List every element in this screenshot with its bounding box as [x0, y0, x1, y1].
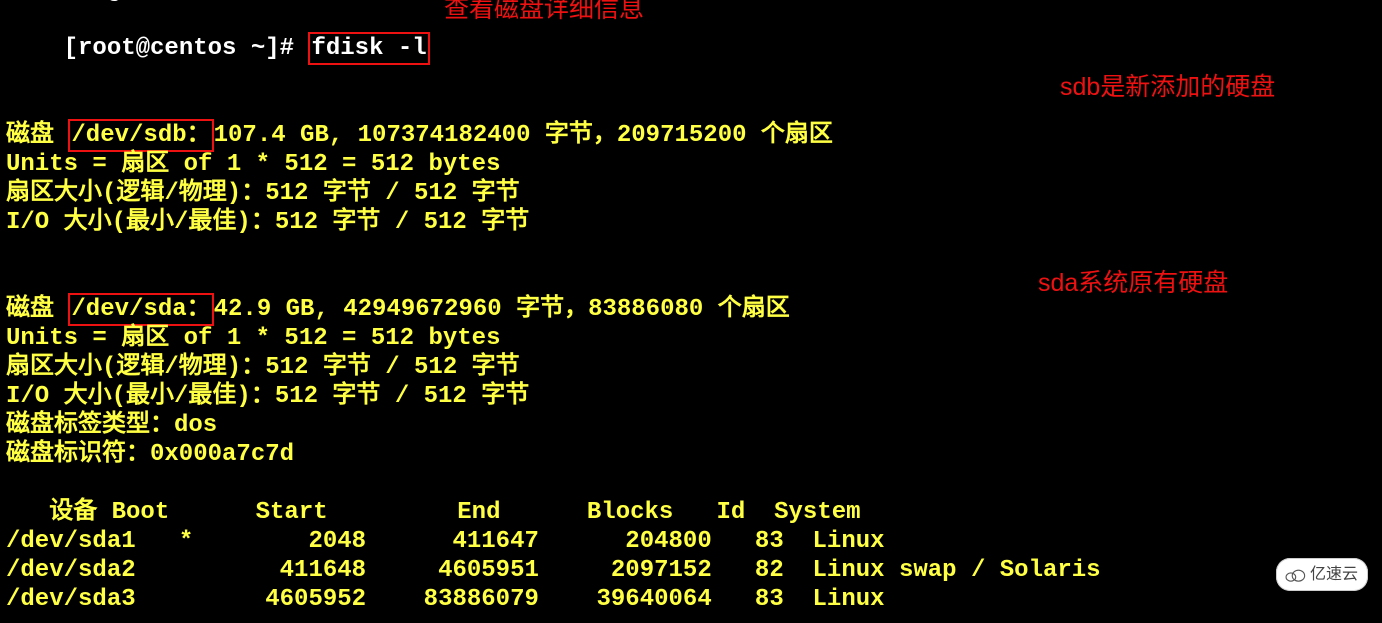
disk-sdb-header: 磁盘 /dev/sdb：107.4 GB, 107374182400 字节，20… [6, 121, 1376, 150]
partition-row: /dev/sda3 4605952 83886079 39640064 83 L… [6, 585, 1376, 614]
partition-row: /dev/sda1 * 2048 411647 204800 83 Linux [6, 527, 1376, 556]
terminal-window[interactable]: Last login: Fri Jun 7 10:30:47 2019 from… [0, 0, 1382, 599]
shell-prompt: [root@centos ~]# [64, 35, 309, 62]
blank-line-2 [6, 237, 1376, 266]
disk-sdb-io: I/O 大小(最小/最佳)：512 字节 / 512 字节 [6, 208, 1376, 237]
disk-sda-header: 磁盘 /dev/sda：42.9 GB, 42949672960 字节，8388… [6, 295, 1376, 324]
partition-header: 设备 Boot Start End Blocks Id System [6, 498, 1376, 527]
device-sdb: /dev/sdb： [68, 119, 213, 152]
disk-sdb-sector: 扇区大小(逻辑/物理)：512 字节 / 512 字节 [6, 179, 1376, 208]
annotation-sdb: sdb是新添加的硬盘 [1060, 72, 1275, 102]
disk-sda-identifier: 磁盘标识符：0x000a7c7d [6, 440, 1376, 469]
disk-sda-sector: 扇区大小(逻辑/物理)：512 字节 / 512 字节 [6, 353, 1376, 382]
annotation-command: 查看磁盘详细信息 [444, 0, 644, 24]
device-sda: /dev/sda： [68, 293, 213, 326]
watermark-text: 亿速云 [1310, 560, 1358, 589]
command-line-2[interactable]: [root@centos ~]# [6, 614, 1376, 623]
partition-row: /dev/sda2 411648 4605951 2097152 82 Linu… [6, 556, 1376, 585]
annotation-sda: sda系统原有硬盘 [1038, 268, 1228, 298]
cloud-icon [1284, 567, 1306, 583]
watermark-badge: 亿速云 [1276, 558, 1368, 591]
disk-sda-units: Units = 扇区 of 1 * 512 = 512 bytes [6, 324, 1376, 353]
command-fdisk: fdisk -l [308, 32, 429, 65]
disk-sdb-units: Units = 扇区 of 1 * 512 = 512 bytes [6, 150, 1376, 179]
disk-sda-labeltype: 磁盘标签类型：dos [6, 411, 1376, 440]
disk-sda-io: I/O 大小(最小/最佳)：512 字节 / 512 字节 [6, 382, 1376, 411]
blank-line-4 [6, 469, 1376, 498]
